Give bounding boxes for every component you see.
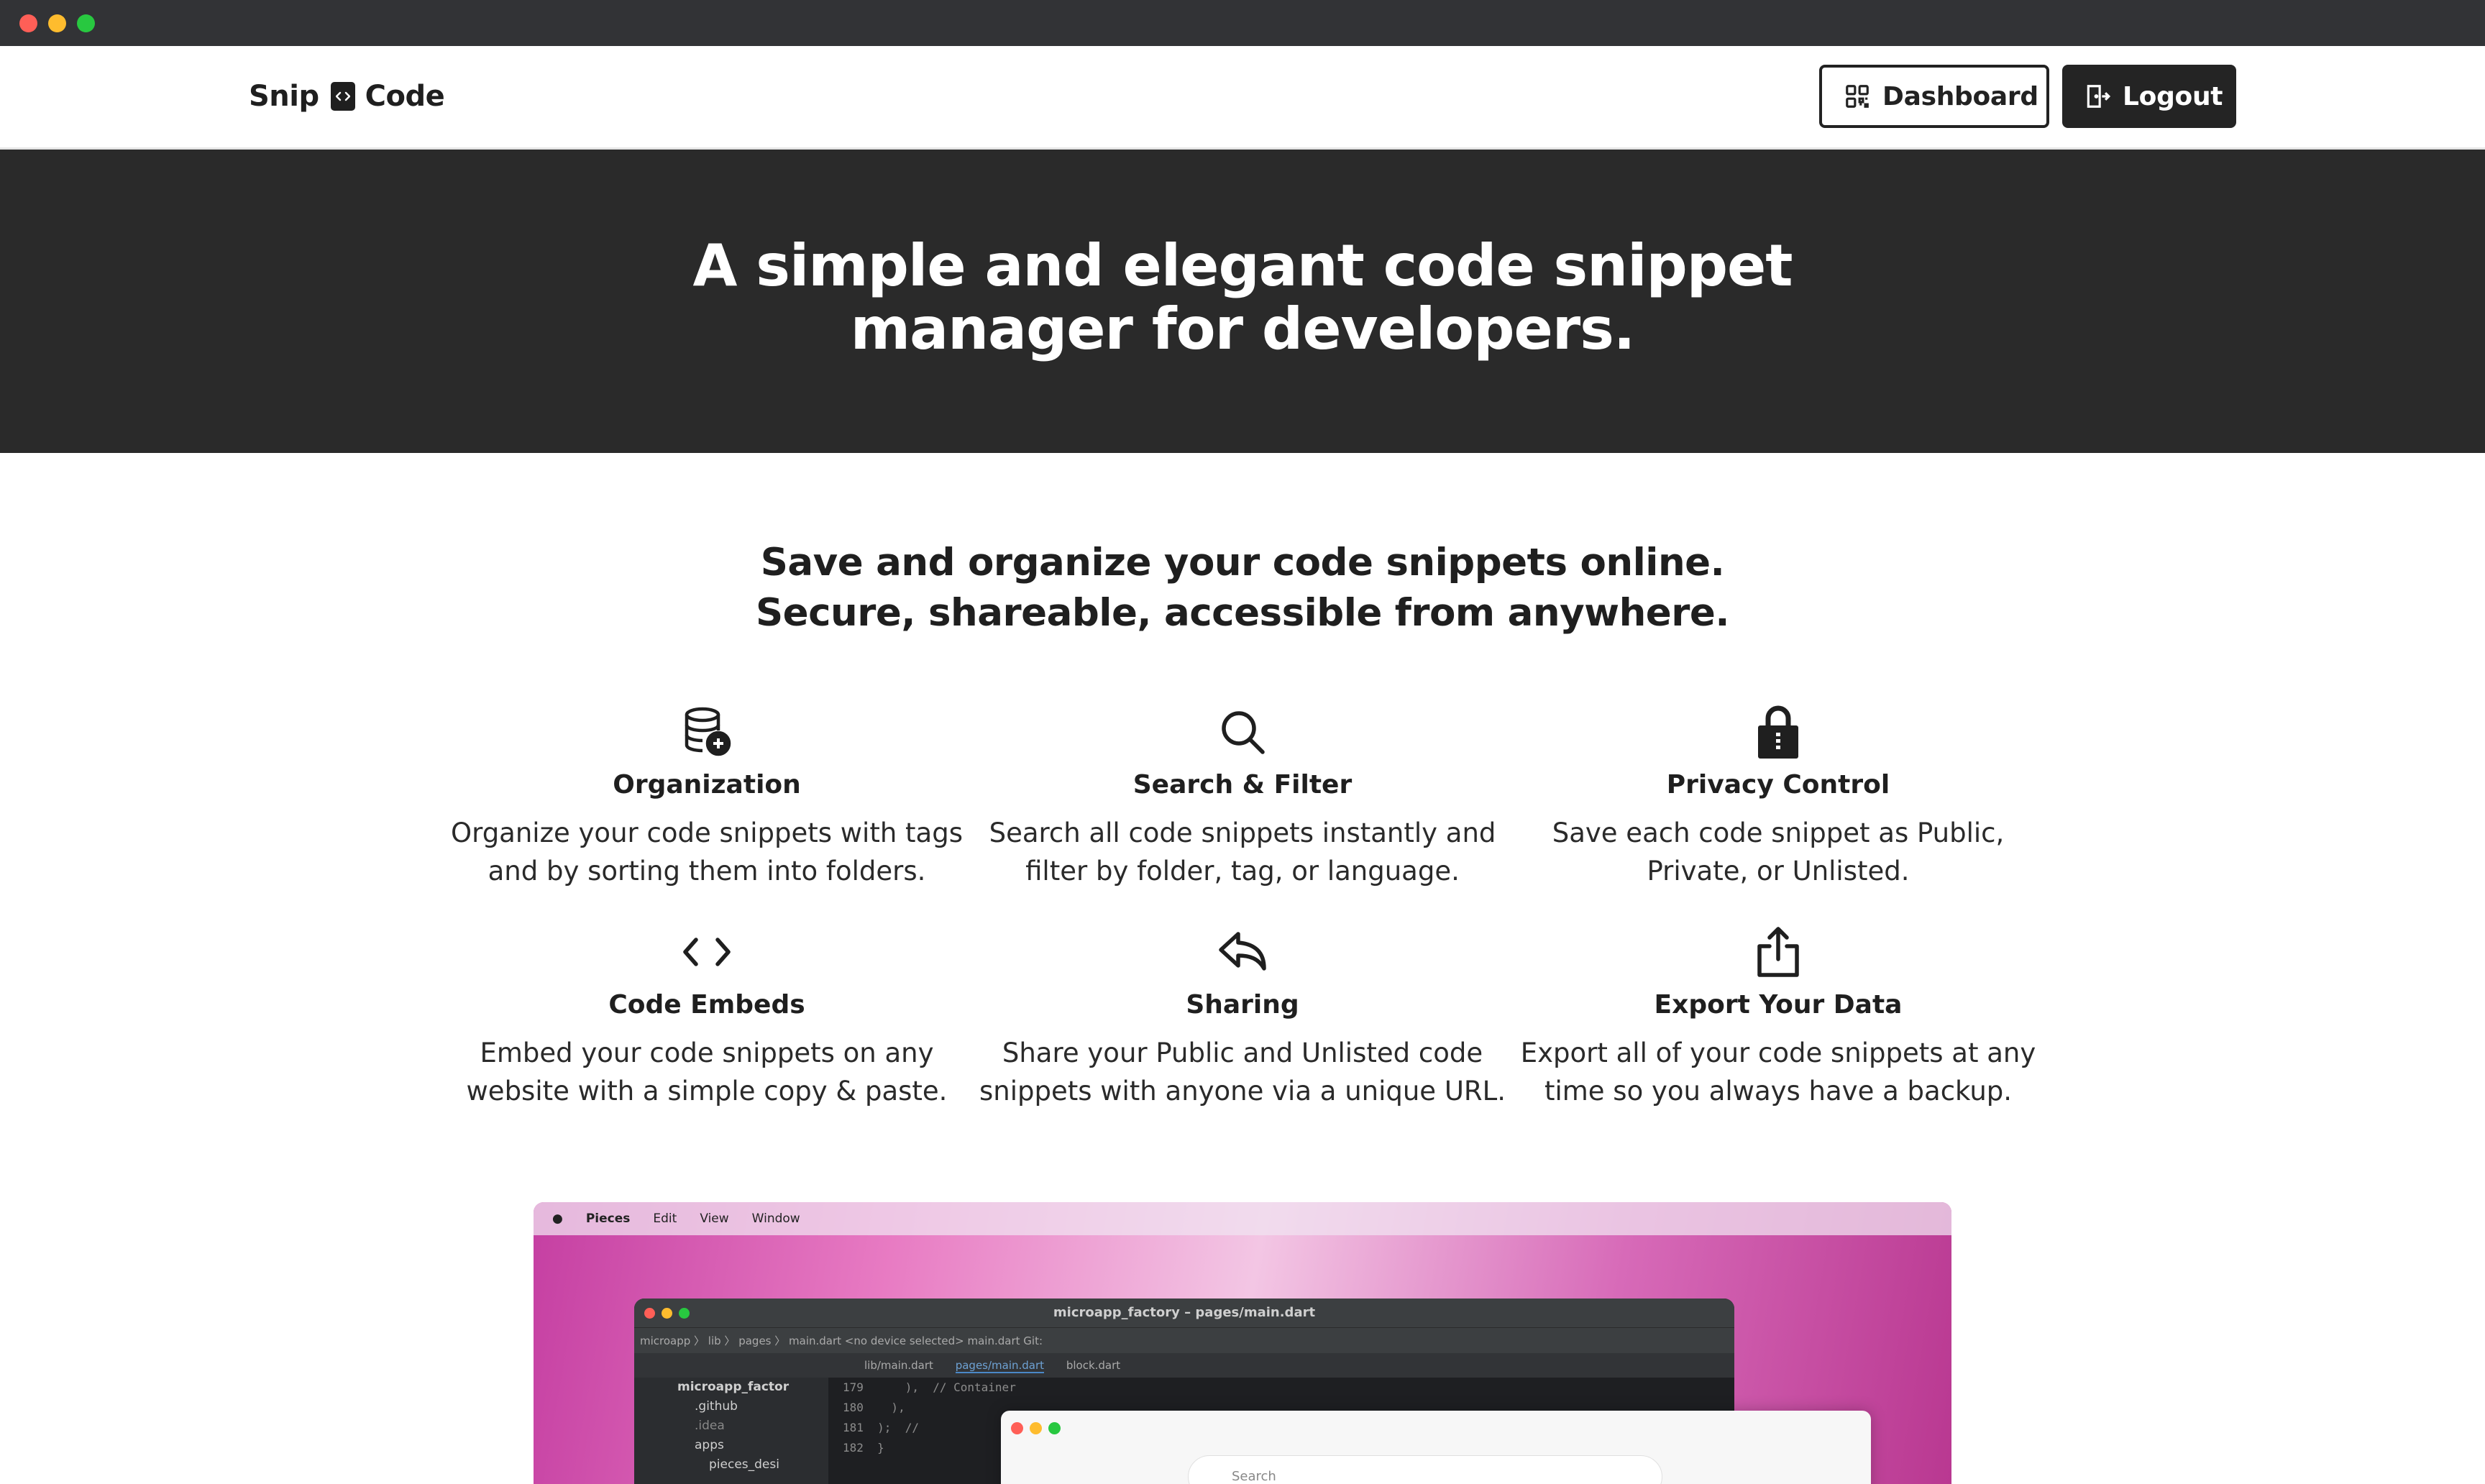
database-add-icon (441, 703, 973, 761)
search-icon (976, 703, 1509, 761)
hero-title-line2: manager for developers. (850, 296, 1635, 362)
feature-description: Organize your code snippets with tags and… (451, 817, 963, 887)
share-upload-icon (1512, 923, 2044, 981)
dashboard-button-label: Dashboard (1882, 81, 2038, 111)
app-preview-screenshot: ● Pieces Edit View Window microapp_facto… (534, 1202, 1951, 1484)
minimize-window-button[interactable] (48, 14, 66, 32)
reply-icon (976, 923, 1509, 981)
close-window-button[interactable] (19, 14, 37, 32)
preview-menubar: ● Pieces Edit View Window (534, 1202, 1951, 1235)
top-navbar: Snip Code Dashboard Logout (0, 46, 2485, 150)
feature-description: Share your Public and Unlisted code snipp… (979, 1038, 1506, 1107)
preview-pieces-window: Search (1001, 1411, 1871, 1484)
dashboard-grid-icon (1846, 85, 1869, 108)
feature-title: Export Your Data (1654, 990, 1903, 1020)
intro-line1: Save and organize your code snippets onl… (760, 541, 1725, 585)
window-titlebar (0, 0, 2485, 46)
feature-description: Export all of your code snippets at any t… (1520, 1038, 2036, 1107)
feature-code-embeds: Code Embeds Embed your code snippets on … (441, 923, 973, 1110)
preview-search-input: Search (1188, 1455, 1662, 1484)
feature-organization: Organization Organize your code snippets… (441, 703, 973, 890)
dashboard-button[interactable]: Dashboard (1819, 65, 2049, 128)
brand-logo[interactable]: Snip Code (249, 75, 445, 118)
feature-title: Organization (613, 770, 801, 800)
feature-privacy-control: Privacy Control Save each code snippet a… (1512, 703, 2044, 890)
code-icon (441, 923, 973, 981)
ide-title: microapp_factory – pages/main.dart (634, 1298, 1734, 1327)
feature-description: Embed your code snippets on any website w… (466, 1038, 948, 1107)
feature-sharing: Sharing Share your Public and Unlisted c… (976, 923, 1509, 1110)
ide-toolbar: microapp 〉 lib 〉 pages 〉 main.dart <no d… (634, 1327, 1734, 1353)
feature-description: Save each code snippet as Public, Private… (1552, 817, 2005, 887)
feature-export-data: Export Your Data Export all of your code… (1512, 923, 2044, 1110)
feature-title: Code Embeds (608, 990, 805, 1020)
feature-search-filter: Search & Filter Search all code snippets… (976, 703, 1509, 890)
ide-tabs: lib/main.dart pages/main.dart block.dart (634, 1353, 1734, 1378)
logout-door-icon (2087, 85, 2111, 108)
logout-button[interactable]: Logout (2062, 65, 2236, 128)
brand-right-text: Code (365, 80, 445, 113)
code-brackets-icon (330, 82, 355, 111)
lock-icon (1512, 703, 2044, 761)
ide-project-tree: microapp_factor .github .idea apps piece… (634, 1378, 828, 1484)
hero-title: A simple and elegant code snippet manage… (0, 234, 2485, 361)
brand-left-text: Snip (249, 80, 319, 113)
intro-line2: Secure, shareable, accessible from anywh… (756, 591, 1729, 635)
feature-title: Search & Filter (1132, 770, 1353, 800)
feature-description: Search all code snippets instantly and fi… (989, 817, 1496, 887)
intro-heading: Save and organize your code snippets onl… (0, 538, 2485, 638)
hero-banner: A simple and elegant code snippet manage… (0, 150, 2485, 453)
apple-icon: ● (552, 1212, 563, 1226)
logout-button-label: Logout (2123, 81, 2223, 111)
feature-title: Sharing (1186, 990, 1299, 1020)
hero-title-line1: A simple and elegant code snippet (692, 232, 1793, 299)
maximize-window-button[interactable] (77, 14, 95, 32)
feature-title: Privacy Control (1666, 770, 1890, 800)
